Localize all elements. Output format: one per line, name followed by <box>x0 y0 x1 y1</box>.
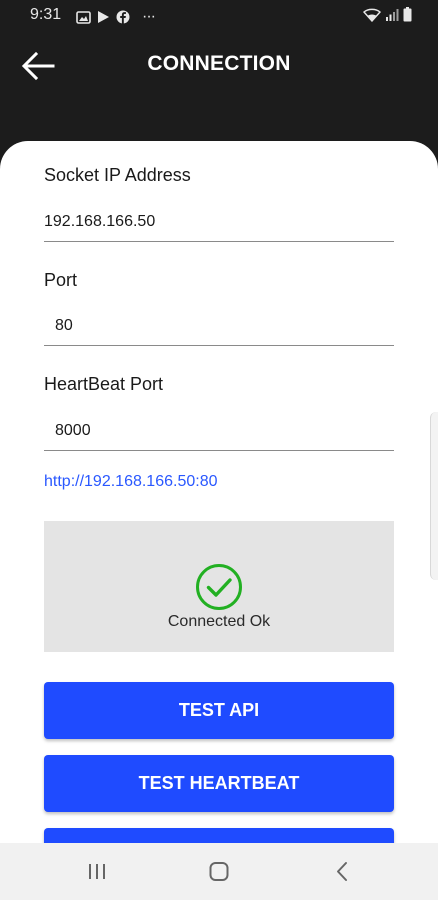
back-icon <box>337 862 347 881</box>
wifi-icon <box>363 8 381 22</box>
nav-back-button[interactable] <box>328 859 358 885</box>
app-bar: CONNECTION <box>0 30 438 100</box>
page-title: CONNECTION <box>147 52 291 75</box>
connection-status-panel: Connected Ok <box>44 521 394 652</box>
home-button[interactable] <box>204 859 234 885</box>
play-store-icon <box>98 11 109 23</box>
test-api-button[interactable]: TEST API <box>44 682 394 739</box>
status-bar: 9:31 ··· <box>0 0 438 30</box>
home-icon <box>209 862 229 881</box>
connection-status-text: Connected Ok <box>167 613 271 630</box>
status-time: 9:31 <box>30 6 62 23</box>
gallery-icon <box>76 10 91 24</box>
heartbeat-port-input[interactable] <box>44 411 394 451</box>
check-circle-icon <box>196 564 242 610</box>
signal-icon <box>386 8 399 21</box>
scroll-handle[interactable] <box>430 412 438 580</box>
partially-visible-button[interactable] <box>44 828 394 843</box>
recent-apps-icon <box>89 864 105 879</box>
status-icons-left: ··· <box>76 8 156 26</box>
recent-apps-button[interactable] <box>82 859 112 885</box>
socket-ip-label: Socket IP Address <box>44 165 191 185</box>
system-nav-bar <box>0 843 438 900</box>
screen: 9:31 ··· CONNECTION Socket IP Address 19… <box>0 0 438 900</box>
port-label: Port <box>44 270 78 290</box>
port-input[interactable] <box>44 306 394 346</box>
facebook-icon <box>116 10 130 24</box>
connection-form-card: Socket IP Address Port HeartBeat Port ht… <box>0 141 438 843</box>
heartbeat-port-label: HeartBeat Port <box>44 374 164 394</box>
connection-url-link[interactable]: http://192.168.166.50:80 <box>44 473 217 491</box>
battery-icon <box>403 7 412 22</box>
more-dots-icon: ··· <box>142 8 156 25</box>
status-icons-right <box>363 7 412 22</box>
socket-ip-input[interactable] <box>44 202 394 242</box>
test-heartbeat-button[interactable]: TEST HEARTBEAT <box>44 755 394 812</box>
